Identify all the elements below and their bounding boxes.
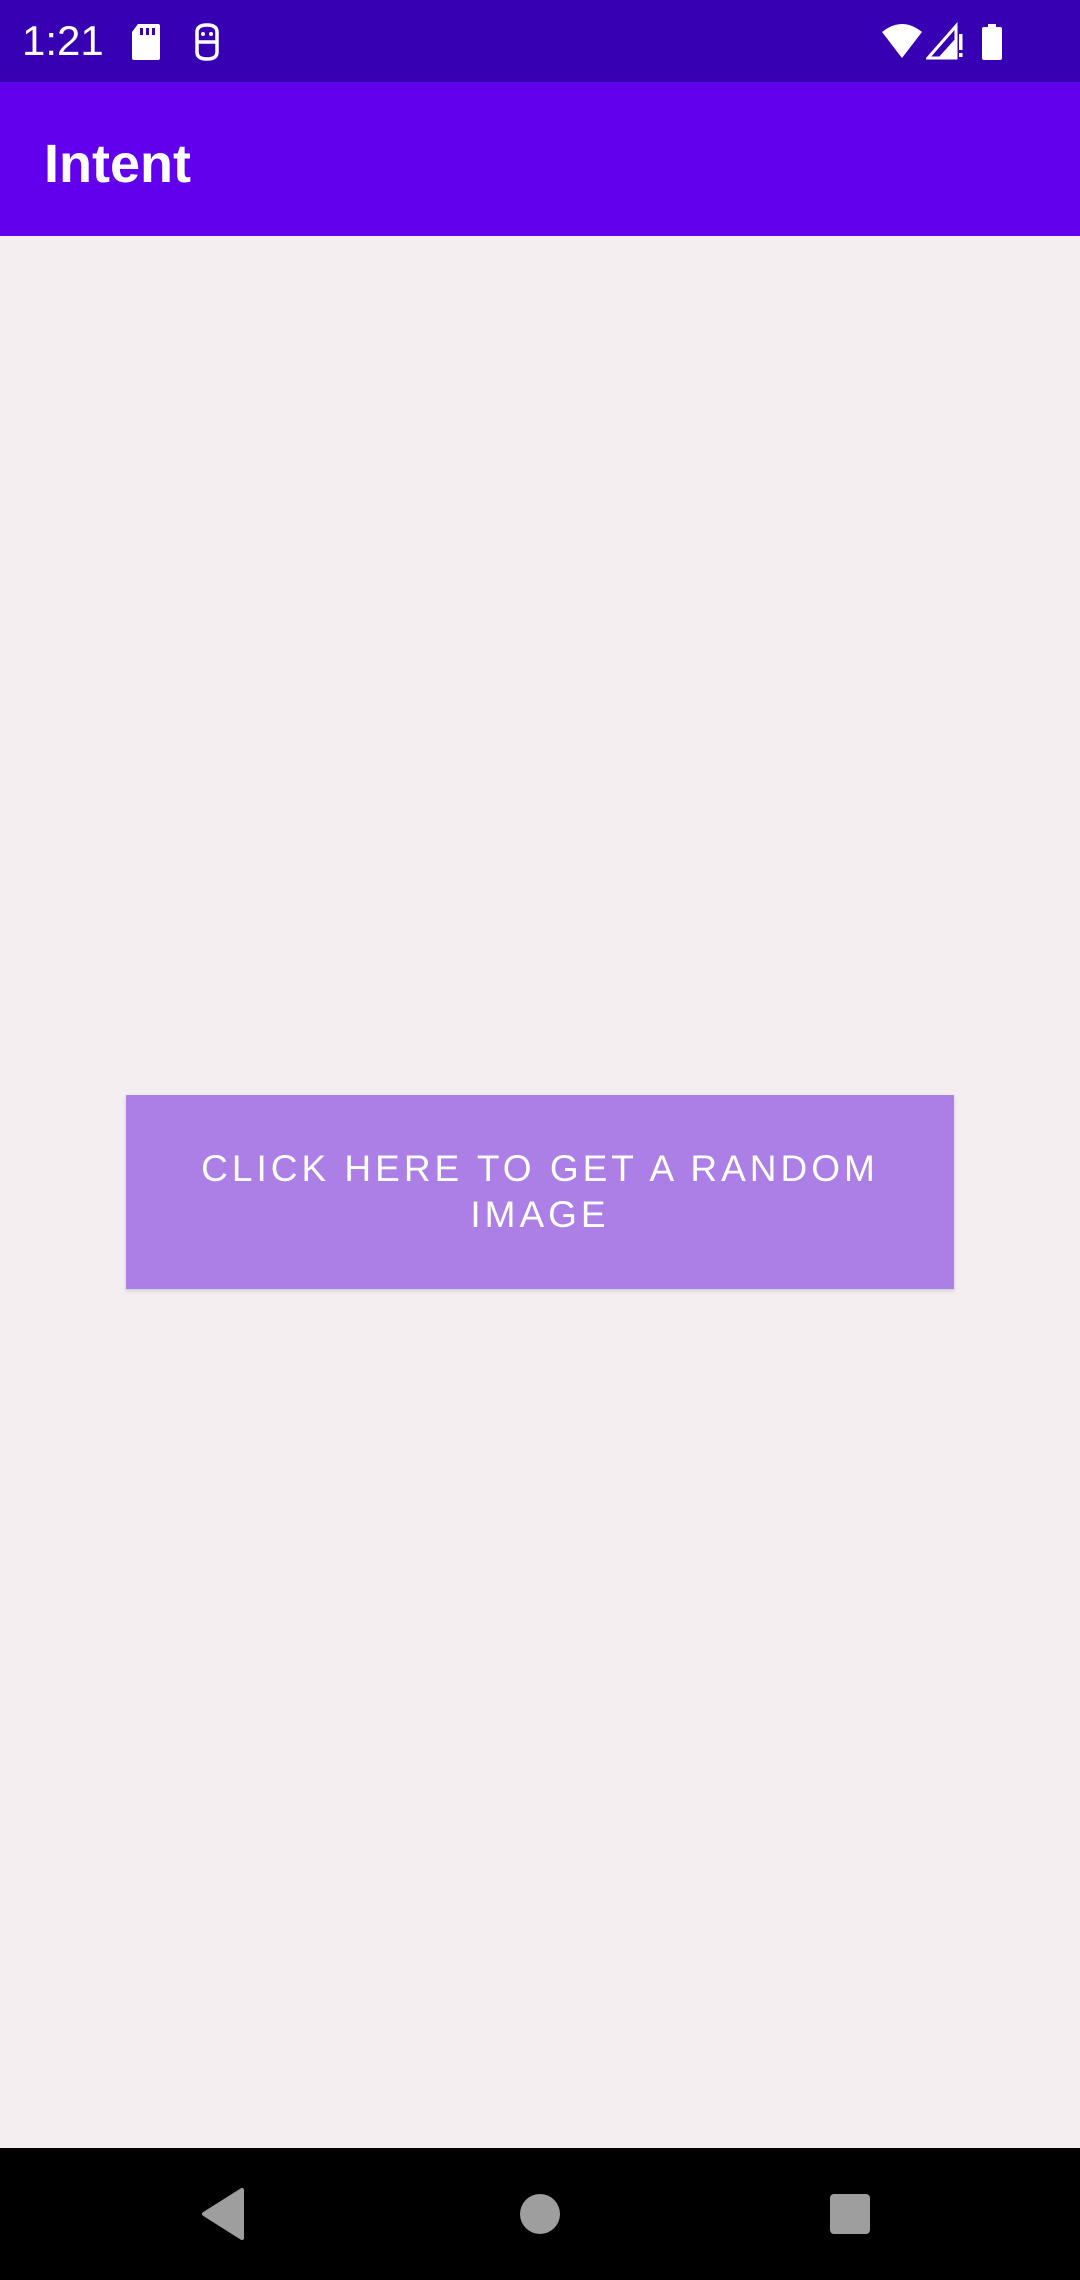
status-bar: 1:21	[0, 0, 1080, 82]
app-bar: Intent	[0, 82, 1080, 236]
back-icon[interactable]	[196, 2184, 256, 2244]
status-time: 1:21	[22, 17, 104, 64]
random-image-button[interactable]: CLICK HERE TO GET A RANDOM IMAGE	[126, 1095, 954, 1289]
sd-card-icon	[130, 22, 162, 62]
battery-icon	[980, 22, 1004, 62]
home-icon[interactable]	[510, 2184, 570, 2244]
signal-icon	[926, 22, 966, 62]
sim-icon	[191, 22, 223, 62]
recents-icon[interactable]	[820, 2184, 880, 2244]
wifi-icon	[880, 22, 924, 62]
app-title: Intent	[44, 134, 191, 194]
navigation-bar	[0, 2148, 1080, 2280]
main-content: CLICK HERE TO GET A RANDOM IMAGE	[0, 236, 1080, 2148]
